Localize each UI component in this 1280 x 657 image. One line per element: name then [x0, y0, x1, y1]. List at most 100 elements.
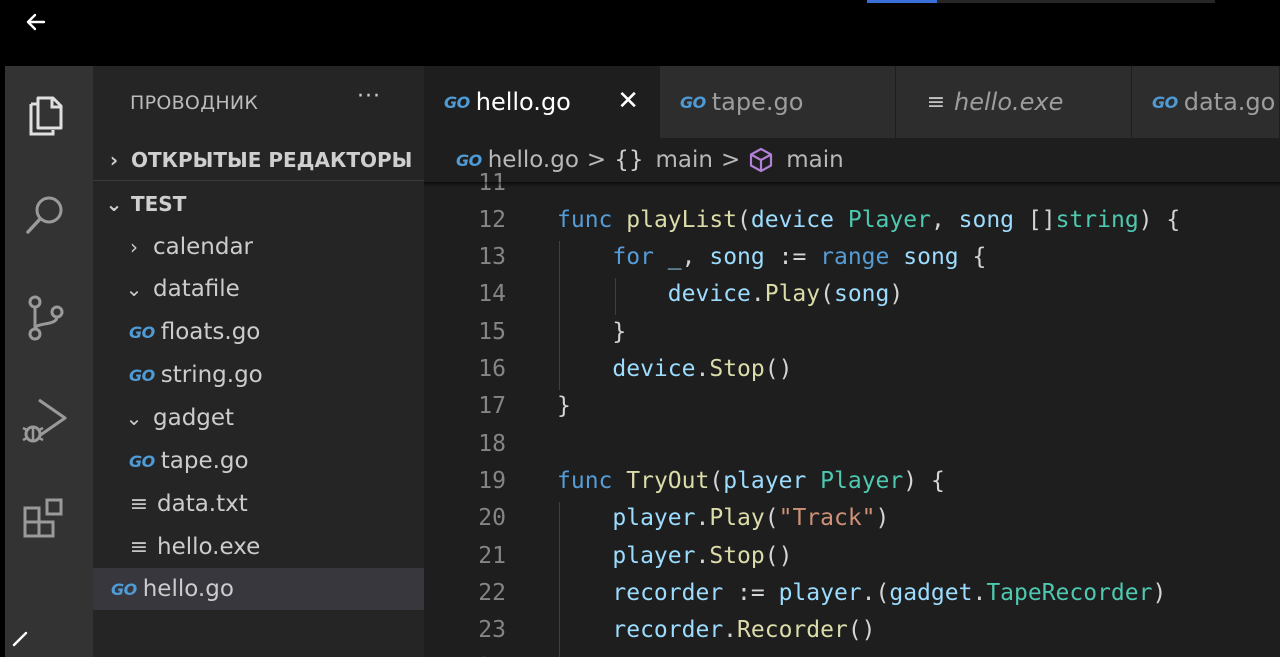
go-file-icon: GO: [444, 92, 470, 112]
tab-label: data.go: [1183, 88, 1276, 116]
code-editor[interactable]: 1112func playList(device Player, song []…: [424, 170, 1280, 657]
tab-label: tape.go: [711, 88, 804, 116]
text-file-icon: ≡: [129, 534, 149, 560]
go-file-icon: GO: [129, 365, 155, 385]
tree-item-label: calendar: [153, 234, 254, 260]
code-text: player.Play("Track"): [612, 505, 890, 532]
editor-tab-bar: GO hello.go ✕ GO tape.go ≡ hello.exe GO …: [424, 66, 1280, 138]
chevron-down-icon: ⌄: [105, 192, 123, 216]
tree-item-gadget[interactable]: ⌄ gadget: [93, 397, 454, 439]
line-number: 14: [478, 281, 506, 308]
line-number: 12: [478, 206, 506, 233]
code-line: 24: [424, 649, 1280, 657]
text-file-icon: ≡: [926, 89, 946, 115]
code-text: device.Stop(): [612, 356, 793, 382]
section-divider: [93, 180, 424, 181]
code-line: 12 func playList(device Player, song []st…: [424, 201, 1280, 238]
tab-hello-exe[interactable]: ≡ hello.exe: [896, 66, 1132, 138]
code-line: 18: [424, 425, 1280, 462]
tree-item-label: hello.go: [142, 576, 234, 602]
tree-item-label: tape.go: [160, 448, 249, 474]
code-line: 21 player.Stop(): [424, 537, 1280, 574]
scroll-shadow: [424, 182, 1280, 187]
close-icon[interactable]: ✕: [617, 86, 639, 116]
code-text: }: [557, 393, 571, 420]
code-text: func playList(device Player, song []stri…: [557, 206, 1181, 233]
line-number: 22: [478, 579, 506, 606]
top-progress-bar: [867, 0, 1215, 3]
line-number: 18: [478, 430, 506, 457]
tab-label: hello.exe: [954, 88, 1064, 116]
line-number: 17: [478, 393, 506, 420]
top-progress-fill: [867, 0, 937, 3]
code-line: 19 func TryOut(player Player) {: [424, 462, 1280, 499]
source-control-icon[interactable]: [19, 292, 71, 344]
tree-item-data-txt[interactable]: ≡ data.txt: [93, 483, 460, 525]
open-editors-section[interactable]: › ОТКРЫТЫЕ РЕДАКТОРЫ: [93, 139, 434, 181]
files-icon[interactable]: [19, 90, 71, 142]
code-line: 14 device.Play(song): [424, 276, 1280, 313]
go-file-icon: GO: [129, 322, 155, 342]
code-line: 17}: [424, 388, 1280, 425]
go-file-icon: GO: [680, 92, 706, 112]
code-line: 13 for _, song := range song {: [424, 239, 1280, 276]
code-line: 20 player.Play("Track"): [424, 500, 1280, 537]
back-arrow-icon[interactable]: [22, 8, 50, 36]
code-line: 23 recorder.Recorder(): [424, 612, 1280, 649]
tree-item-hello-go[interactable]: GO hello.go: [93, 568, 442, 610]
go-file-icon: GO: [111, 579, 137, 599]
tree-item-string-go[interactable]: GO string.go: [93, 354, 460, 396]
tree-item-label: string.go: [160, 362, 263, 388]
chevron-left-icon[interactable]: [8, 627, 32, 657]
tree-item-label: floats.go: [160, 319, 261, 345]
go-file-icon: GO: [1152, 92, 1178, 112]
code-line: 15 }: [424, 313, 1280, 350]
chevron-right-icon: ›: [130, 235, 138, 259]
text-file-icon: ≡: [129, 491, 149, 517]
explorer-title: ПРОВОДНИК: [130, 92, 259, 114]
code-text: func TryOut(player Player) {: [557, 467, 945, 494]
line-number: 13: [478, 244, 506, 271]
code-line: 22 recorder := player.(gadget.TapeRecord…: [424, 574, 1280, 611]
tab-hello-go[interactable]: GO hello.go ✕: [424, 66, 660, 138]
line-number: 20: [478, 505, 506, 532]
search-icon[interactable]: [19, 188, 71, 240]
code-text: player.Stop(): [612, 542, 793, 569]
line-number: 19: [478, 467, 506, 494]
tree-item-tape-go[interactable]: GO tape.go: [93, 440, 460, 482]
line-number: 21: [478, 542, 506, 569]
tree-item-label: datafile: [153, 276, 240, 302]
tree-item-floats-go[interactable]: GO floats.go: [93, 311, 460, 353]
code-text: recorder := player.(gadget.TapeRecorder): [612, 579, 1167, 606]
explorer-sidebar: ПРОВОДНИК ··· › ОТКРЫТЫЕ РЕДАКТОРЫ ⌄ TES…: [93, 66, 442, 657]
tree-item-datafile[interactable]: ⌄ datafile: [93, 268, 454, 310]
code-text: recorder.Recorder(): [612, 617, 876, 644]
tab-data-go[interactable]: GO data.go: [1132, 66, 1280, 138]
tree-item-calendar[interactable]: › calendar: [93, 226, 454, 268]
line-number: 15: [478, 318, 506, 345]
tree-item-label: hello.exe: [157, 534, 261, 560]
tab-tape-go[interactable]: GO tape.go: [660, 66, 896, 138]
code-text: for _, song := range song {: [612, 244, 987, 271]
vscode-window: ПРОВОДНИК ··· › ОТКРЫТЫЕ РЕДАКТОРЫ ⌄ TES…: [5, 66, 1280, 657]
activity-bar: [5, 66, 93, 657]
run-debug-icon[interactable]: [19, 394, 71, 446]
line-number: 16: [478, 356, 506, 382]
tab-label: hello.go: [475, 88, 571, 116]
more-actions-button[interactable]: ···: [357, 84, 381, 109]
code-text: device.Play(song): [667, 281, 904, 308]
chevron-down-icon: ⌄: [125, 406, 143, 430]
tree-item-label: gadget: [153, 405, 235, 431]
folder-label: TEST: [131, 192, 187, 216]
top-bar: [0, 0, 1280, 66]
go-file-icon: GO: [129, 451, 155, 471]
tree-item-hello-exe[interactable]: ≡ hello.exe: [93, 526, 460, 568]
code-text: }: [557, 318, 627, 345]
tree-item-label: data.txt: [157, 491, 248, 517]
folder-section-test[interactable]: ⌄ TEST: [93, 183, 434, 225]
open-editors-label: ОТКРЫТЫЕ РЕДАКТОРЫ: [131, 148, 413, 172]
chevron-right-icon: ›: [109, 148, 119, 172]
line-number: 23: [478, 617, 506, 644]
extensions-icon[interactable]: [19, 496, 71, 548]
chevron-down-icon: ⌄: [125, 277, 143, 301]
